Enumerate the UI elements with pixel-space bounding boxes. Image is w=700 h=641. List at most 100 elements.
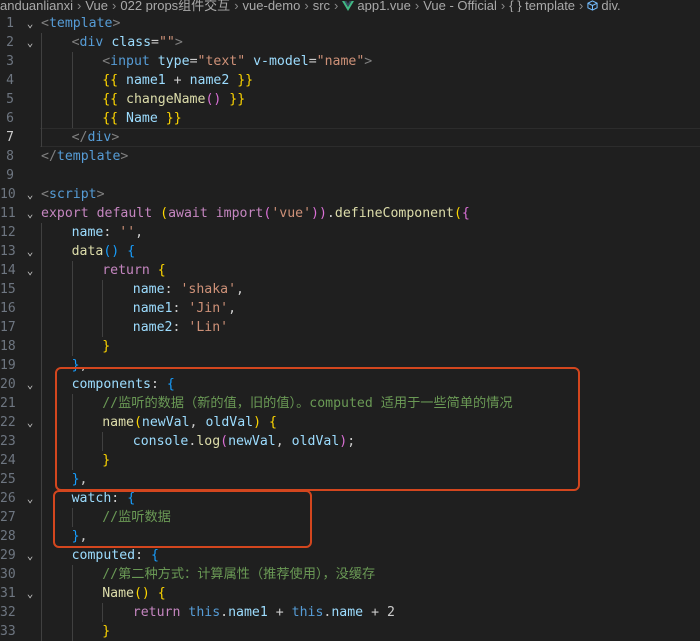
code-line[interactable]: 9 bbox=[0, 166, 700, 185]
code-line[interactable]: 2 ⌄ <div class=""> bbox=[0, 33, 700, 52]
breadcrumb-item[interactable]: { } template bbox=[509, 0, 575, 12]
line-number: 31 bbox=[0, 586, 16, 601]
code-line[interactable]: 28}, bbox=[0, 527, 700, 546]
code-line[interactable]: 21 //监听的数据（新的值，旧的值）。computed 适用于一些简单的情况 bbox=[0, 394, 700, 413]
fold-chevron-icon[interactable]: ⌄ bbox=[24, 489, 36, 508]
code-token: { bbox=[127, 244, 136, 259]
breadcrumb-item[interactable]: app1.vue bbox=[342, 0, 411, 12]
code-line[interactable]: 30 //第二种方式：计算属性（推荐使用），没缓存 bbox=[0, 565, 700, 584]
line-number: 23 bbox=[0, 434, 16, 449]
code-token: } bbox=[102, 624, 111, 639]
line-number: 25 bbox=[0, 472, 16, 487]
fold-chevron-icon[interactable]: ⌄ bbox=[24, 546, 36, 565]
fold-chevron-icon[interactable]: ⌄ bbox=[24, 204, 36, 223]
code-token: this bbox=[188, 605, 221, 620]
breadcrumb-item[interactable]: vue-demo bbox=[243, 0, 301, 12]
line-number: 13 bbox=[0, 244, 16, 259]
code-text: <input type="text" v-model="name"> bbox=[102, 52, 372, 71]
indent-guide bbox=[41, 527, 42, 546]
code-token: = bbox=[308, 54, 317, 69]
line-number: 16 bbox=[0, 301, 16, 316]
code-token: () bbox=[103, 244, 120, 259]
code-line[interactable]: 22 ⌄ name(newVal, oldVal) { bbox=[0, 413, 700, 432]
breadcrumb-item[interactable]: 022 props组件交互 bbox=[120, 0, 230, 12]
code-line[interactable]: 26 ⌄ watch: { bbox=[0, 489, 700, 508]
code-line[interactable]: 10 ⌄ <script> bbox=[0, 185, 700, 204]
code-line[interactable]: 33} bbox=[0, 622, 700, 641]
code-token: = bbox=[151, 35, 159, 50]
breadcrumb-item[interactable]: anduanlianxi bbox=[0, 0, 73, 12]
indent-guide bbox=[41, 546, 42, 565]
breadcrumb-item[interactable]: div. bbox=[587, 0, 621, 12]
code-line[interactable]: 17 name2: 'Lin' bbox=[0, 318, 700, 337]
indent-guide bbox=[71, 508, 73, 527]
line-number: 26 bbox=[0, 491, 16, 506]
code-text: <template> bbox=[41, 14, 120, 33]
code-line[interactable]: 25}, bbox=[0, 470, 700, 489]
indent-guide bbox=[71, 394, 73, 413]
code-token: , bbox=[135, 225, 144, 240]
code-line[interactable]: 16 name1: 'Jin', bbox=[0, 299, 700, 318]
breadcrumb-item[interactable]: src bbox=[313, 0, 330, 12]
code-line[interactable]: 19}, bbox=[0, 356, 700, 375]
line-number: 19 bbox=[0, 358, 16, 373]
code-token: class bbox=[111, 35, 152, 50]
breadcrumb-label: div. bbox=[601, 0, 621, 12]
code-text: return this.name1 + this.name + 2 bbox=[133, 603, 395, 622]
code-text: //监听的数据（新的值，旧的值）。computed 适用于一些简单的情况 bbox=[102, 394, 512, 413]
fold-chevron-icon[interactable]: ⌄ bbox=[24, 261, 36, 280]
line-number: 32 bbox=[0, 605, 16, 620]
indent-guide bbox=[41, 394, 42, 413]
code-line[interactable]: 4 {{ name1 + name2 }} bbox=[0, 71, 700, 90]
fold-chevron-icon[interactable]: ⌄ bbox=[24, 185, 36, 204]
code-line[interactable]: 20 ⌄ components: { bbox=[0, 375, 700, 394]
code-line[interactable]: 14 ⌄ return { bbox=[0, 261, 700, 280]
code-token: computed bbox=[71, 548, 136, 563]
code-line[interactable]: 6 {{ Name }} bbox=[0, 109, 700, 128]
code-token: watch bbox=[71, 491, 112, 506]
fold-chevron-icon[interactable]: ⌄ bbox=[24, 33, 36, 52]
line-number: 11 bbox=[0, 206, 16, 221]
code-text: }, bbox=[72, 356, 88, 375]
code-line[interactable]: 13 ⌄ data() { bbox=[0, 242, 700, 261]
code-token: </ bbox=[41, 149, 57, 164]
breadcrumb-label: app1.vue bbox=[357, 0, 411, 12]
code-line[interactable]: 15 name: 'shaka', bbox=[0, 280, 700, 299]
fold-chevron-icon[interactable]: ⌄ bbox=[24, 413, 36, 432]
fold-chevron-icon[interactable]: ⌄ bbox=[24, 584, 36, 603]
code-line[interactable]: 23 console.log(newVal, oldVal); bbox=[0, 432, 700, 451]
code-token: template bbox=[56, 149, 121, 164]
breadcrumb-separator: › bbox=[500, 0, 506, 12]
code-line[interactable]: 1 ⌄ <template> bbox=[0, 14, 700, 33]
code-line[interactable]: 24} bbox=[0, 451, 700, 470]
code-line[interactable]: 29 ⌄ computed: { bbox=[0, 546, 700, 565]
indent-guide bbox=[41, 432, 42, 451]
code-line[interactable]: 18} bbox=[0, 337, 700, 356]
code-line[interactable]: 11 ⌄ export default (await import('vue')).… bbox=[0, 204, 700, 223]
code-line[interactable]: 12 name: '', bbox=[0, 223, 700, 242]
fold-chevron-icon[interactable]: ⌄ bbox=[24, 14, 36, 33]
code-line[interactable]: 31 ⌄ Name() { bbox=[0, 584, 700, 603]
breadcrumb-item[interactable]: Vue bbox=[85, 0, 108, 12]
code-token: import bbox=[215, 206, 264, 221]
code-token: 'Jin' bbox=[188, 301, 229, 316]
code-token: { bbox=[461, 206, 470, 221]
code-token: ( bbox=[220, 434, 229, 449]
fold-chevron-icon[interactable]: ⌄ bbox=[24, 242, 36, 261]
breadcrumb-item[interactable]: Vue - Official bbox=[423, 0, 497, 12]
fold-chevron-icon[interactable]: ⌄ bbox=[24, 375, 36, 394]
code-line[interactable]: 8 </template> bbox=[0, 147, 700, 166]
code-line[interactable]: 7 </div> bbox=[0, 128, 700, 147]
code-editor[interactable]: 1 ⌄ <template> 2 ⌄ <div class=""> 3 <input type… bbox=[0, 14, 700, 641]
code-line[interactable]: 32 return this.name1 + this.name + 2 bbox=[0, 603, 700, 622]
code-text: {{ name1 + name2 }} bbox=[102, 71, 253, 90]
code-token: oldVal bbox=[291, 434, 340, 449]
code-token: data bbox=[71, 244, 104, 259]
code-line[interactable]: 5 {{ changeName() }} bbox=[0, 90, 700, 109]
code-token: ( bbox=[160, 206, 169, 221]
code-line[interactable]: 27 //监听数据 bbox=[0, 508, 700, 527]
code-line[interactable]: 3 <input type="text" v-model="name"> bbox=[0, 52, 700, 71]
